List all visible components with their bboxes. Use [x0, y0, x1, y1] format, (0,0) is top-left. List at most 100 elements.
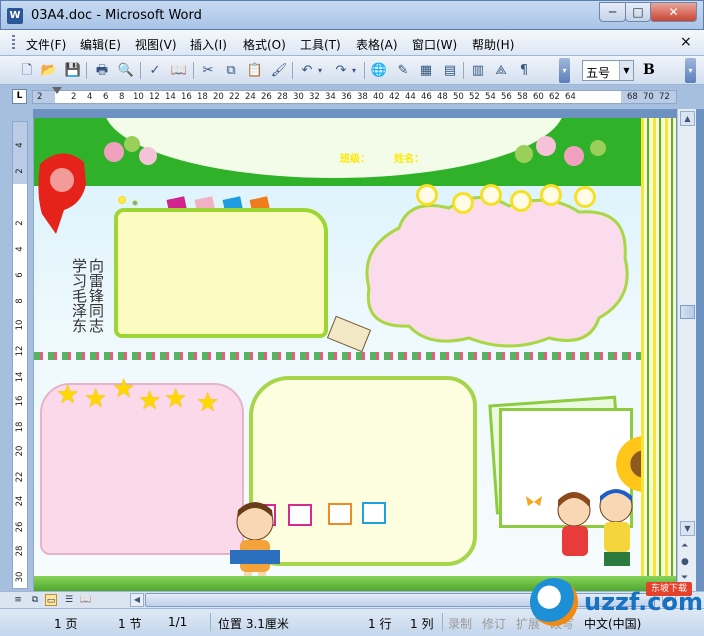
ruler-mark: 6 — [103, 92, 109, 102]
star-icon: ★ — [56, 380, 80, 410]
menu-file[interactable]: 文件(F) — [26, 36, 66, 53]
undo-dropdown-icon[interactable]: ▾ — [316, 62, 324, 79]
ruler-mark: 14 — [165, 92, 176, 102]
minimize-button[interactable]: ─ — [599, 2, 626, 22]
columns-icon[interactable]: ▥ — [469, 62, 487, 79]
save-icon[interactable]: 💾 — [64, 62, 82, 79]
open-icon[interactable]: 📂 — [40, 62, 58, 79]
ruler-mark: 16 — [181, 92, 192, 102]
reading-layout-view-icon[interactable]: 📖 — [80, 594, 92, 606]
undo-icon[interactable]: ↶ — [298, 62, 316, 79]
ruler-mark: 10 — [133, 92, 144, 102]
maximize-button[interactable]: □ — [625, 2, 651, 22]
select-browse-object-icon[interactable]: ● — [681, 557, 689, 567]
status-line: 1 行 — [368, 617, 392, 631]
copy-icon[interactable]: ⧉ — [222, 62, 240, 79]
ruler-mark: 22 — [229, 92, 240, 102]
menu-table[interactable]: 表格(A) — [356, 36, 398, 53]
font-size-select[interactable]: 五号 ▼ — [582, 60, 634, 81]
menu-format[interactable]: 格式(O) — [243, 36, 286, 53]
redo-icon[interactable]: ↷ — [332, 62, 350, 79]
menu-bar: 文件(F) 编辑(E) 视图(V) 插入(I) 格式(O) 工具(T) 表格(A… — [0, 30, 704, 56]
close-document-button[interactable]: × — [680, 34, 692, 50]
insert-excel-icon[interactable]: ▤ — [441, 62, 459, 79]
paste-icon[interactable]: 📋 — [246, 62, 264, 79]
research-icon[interactable]: 📖 — [170, 62, 188, 79]
ruler-mark: 50 — [453, 92, 464, 102]
drawing-icon[interactable]: ⟁ — [492, 62, 510, 79]
vertical-scroll-thumb[interactable] — [680, 305, 695, 319]
vruler-mark: 30 — [15, 571, 25, 583]
menu-edit[interactable]: 编辑(E) — [80, 36, 121, 53]
document-map-icon[interactable]: ¶ — [515, 62, 533, 79]
sun-decoration — [574, 186, 596, 208]
print-layout-view-icon[interactable]: ▭ — [45, 594, 57, 606]
new-icon[interactable]: 🗋 — [18, 62, 36, 79]
close-window-button[interactable]: ✕ — [650, 2, 697, 22]
ruler-mark: 68 — [627, 92, 638, 102]
redo-dropdown-icon[interactable]: ▾ — [350, 62, 358, 79]
print-preview-icon[interactable]: 🔍 — [117, 62, 135, 79]
vruler-mark: 26 — [15, 521, 25, 533]
pink-cloud-frame[interactable] — [359, 188, 635, 348]
bold-button[interactable]: B — [643, 62, 655, 78]
ruler-mark: 40 — [373, 92, 384, 102]
menu-window[interactable]: 窗口(W) — [412, 36, 457, 53]
yellow-text-frame[interactable] — [114, 208, 328, 338]
sun-decoration — [452, 192, 474, 214]
name-label[interactable]: 姓名： — [394, 150, 424, 165]
scroll-up-icon[interactable]: ▲ — [680, 111, 695, 126]
class-label[interactable]: 班级： — [340, 150, 370, 165]
print-icon[interactable]: 🖶 — [93, 62, 111, 79]
scroll-left-icon[interactable]: ◀ — [130, 593, 144, 607]
vruler-mark: 24 — [15, 495, 25, 507]
outline-view-icon[interactable]: ☰ — [63, 594, 75, 606]
star-icon: ★ — [84, 384, 108, 414]
scroll-down-icon[interactable]: ▼ — [680, 521, 695, 536]
toolbar-separator — [364, 62, 365, 79]
chevron-down-icon[interactable]: ▼ — [619, 61, 633, 80]
two-children-illustration — [557, 489, 633, 566]
status-track-changes[interactable]: 修订 — [482, 615, 506, 632]
tab-selector-button[interactable]: L — [12, 89, 27, 104]
ruler-mark: 20 — [213, 92, 224, 102]
vruler-mark: 10 — [15, 319, 25, 331]
toolbar-options-button-2[interactable]: ▾ — [685, 58, 696, 83]
sun-decoration — [510, 190, 532, 212]
ruler-bar[interactable]: 2 2 4 6 8 10 12 14 16 18 20 22 24 26 28 … — [32, 90, 677, 104]
tables-borders-icon[interactable]: ✎ — [394, 62, 412, 79]
insert-table-icon[interactable]: ▦ — [417, 62, 435, 79]
vertical-ruler-bar[interactable]: 4 2 2 4 6 8 10 12 14 16 18 20 22 24 26 2… — [12, 121, 28, 589]
ruler-mark: 4 — [87, 92, 93, 102]
sun-decoration — [480, 184, 502, 206]
ruler-mark: 64 — [565, 92, 576, 102]
previous-page-icon[interactable]: ⏶ — [681, 541, 688, 551]
format-painter-icon[interactable]: 🖌 — [270, 62, 288, 79]
menu-tools[interactable]: 工具(T) — [300, 36, 341, 53]
ruler-mark: 2 — [71, 92, 77, 102]
normal-view-icon[interactable]: ≡ — [12, 594, 24, 606]
first-line-indent-handle[interactable] — [52, 87, 62, 94]
vertical-scrollbar[interactable]: ▲ ▼ ⏶ ● ⏷ — [677, 109, 696, 591]
sun-decoration — [540, 184, 562, 206]
status-page-of: 1/1 — [168, 615, 188, 629]
hyperlink-icon[interactable]: 🌐 — [370, 62, 388, 79]
toolbar-separator — [292, 62, 293, 79]
menu-view[interactable]: 视图(V) — [135, 36, 177, 53]
cut-icon[interactable]: ✂ — [199, 62, 217, 79]
menu-help[interactable]: 帮助(H) — [472, 36, 514, 53]
ruler-mark: 28 — [277, 92, 288, 102]
toolbar-options-button[interactable]: ▾ — [559, 58, 570, 83]
menu-insert[interactable]: 插入(I) — [190, 36, 227, 53]
ruler-mark: 56 — [501, 92, 512, 102]
square-decoration — [328, 503, 352, 525]
watermark-logo — [530, 578, 578, 626]
ruler-mark: 44 — [405, 92, 416, 102]
document-page[interactable]: 班级： 姓名： 向雷锋同志学习毛泽东 ★ ★ ★ ★ ★ ★ — [33, 118, 676, 591]
word-app-icon[interactable]: W — [7, 8, 23, 24]
status-record[interactable]: 录制 — [448, 615, 472, 632]
web-layout-view-icon[interactable]: ⧉ — [29, 594, 41, 606]
horizontal-ruler: L 2 2 4 6 8 10 12 14 16 18 20 22 24 26 2… — [0, 85, 704, 109]
menu-grip-handle[interactable] — [12, 35, 15, 51]
spelling-icon[interactable]: ✓ — [146, 62, 164, 79]
